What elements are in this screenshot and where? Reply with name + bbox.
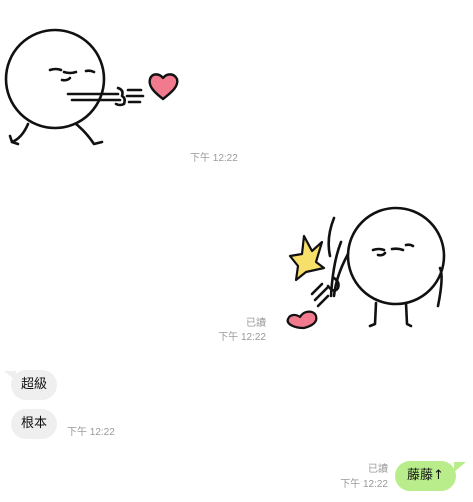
- incoming-sticker-time: 下午 12:22: [190, 153, 238, 164]
- sticker-slapping-heart-image: [286, 206, 446, 330]
- outgoing-sticker-slapping-heart[interactable]: [278, 206, 453, 336]
- incoming-message-bubble[interactable]: 根本: [11, 409, 58, 439]
- incoming-message-time: 下午 12:22: [67, 427, 115, 438]
- incoming-message-bubble[interactable]: 超級: [11, 370, 58, 400]
- outgoing-bubble-tail: [454, 462, 466, 472]
- incoming-sticker-throwing-heart[interactable]: [0, 28, 190, 153]
- outgoing-message-time: 下午 12:22: [340, 479, 388, 490]
- outgoing-sticker-time: 下午 12:22: [218, 332, 266, 343]
- outgoing-sticker-read-status: 已讀: [246, 318, 266, 329]
- outgoing-message-read-status: 已讀: [368, 464, 388, 475]
- outgoing-message-bubble[interactable]: 藤藤↑: [395, 461, 456, 491]
- sticker-throwing-heart-image: [4, 28, 179, 146]
